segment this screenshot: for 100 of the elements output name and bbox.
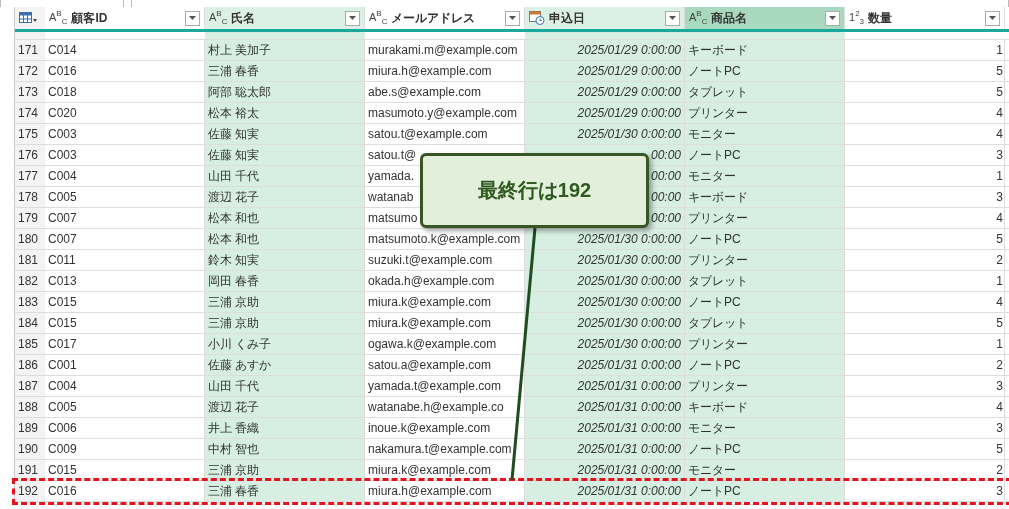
- table-cell: 2: [845, 250, 1005, 270]
- table-cell: タブレット: [685, 271, 845, 291]
- table-cell: 2025/01/31 0:00:00: [525, 418, 685, 438]
- table-cell: 5: [845, 439, 1005, 459]
- table-cell: 村上 美加子: [205, 40, 365, 60]
- row-number: 175: [15, 124, 45, 144]
- table-cell: 2025/01/31 0:00:00: [525, 481, 685, 501]
- column-name: 商品名: [711, 9, 749, 27]
- column-header[interactable]: A$^{B}$$_{C}$ 商品名: [685, 7, 845, 29]
- table-cell: キーボード: [685, 40, 845, 60]
- callout: 最終行は192: [420, 153, 649, 228]
- table-cell: キーボード: [685, 187, 845, 207]
- table-cell: 鈴木 知実: [205, 250, 365, 270]
- filter-dropdown-button[interactable]: [185, 10, 200, 26]
- row-number: 188: [15, 397, 45, 417]
- table-cell: 井上 香織: [205, 418, 365, 438]
- cut-off-cell: [15, 32, 45, 39]
- row-number: 182: [15, 271, 45, 291]
- table-cell: 2025/01/30 0:00:00: [525, 271, 685, 291]
- filter-dropdown-button[interactable]: [345, 10, 360, 26]
- table-cell: プリンター: [685, 250, 845, 270]
- table-cell: ogawa.k@example.com: [365, 334, 525, 354]
- table-cell: 3: [845, 481, 1005, 501]
- table-menu-button[interactable]: [15, 7, 45, 29]
- table-cell: プリンター: [685, 208, 845, 228]
- table-cell: 2025/01/30 0:00:00: [525, 250, 685, 270]
- table-cell: 2025/01/29 0:00:00: [525, 61, 685, 81]
- table-cell: 1: [845, 40, 1005, 60]
- table-cell: ノートPC: [685, 61, 845, 81]
- column-header[interactable]: 申込日: [525, 7, 685, 29]
- table-cell: 2025/01/30 0:00:00: [525, 229, 685, 249]
- caret-icon: [349, 16, 356, 20]
- table-cell: 渡辺 花子: [205, 397, 365, 417]
- table-cell: キーボード: [685, 397, 845, 417]
- table-cell: モニター: [685, 124, 845, 144]
- table-cell: 2025/01/31 0:00:00: [525, 460, 685, 480]
- table-cell: モニター: [685, 460, 845, 480]
- table-cell: ノートPC: [685, 229, 845, 249]
- table-cell: 1: [845, 166, 1005, 186]
- table-cell: 1: [845, 271, 1005, 291]
- table-cell: 佐藤 あすか: [205, 355, 365, 375]
- table-cell: 2025/01/29 0:00:00: [525, 82, 685, 102]
- caret-icon: [829, 16, 836, 20]
- table-cell: 山田 千代: [205, 166, 365, 186]
- filter-dropdown-button[interactable]: [505, 10, 520, 26]
- table-cell: 三浦 京助: [205, 313, 365, 333]
- row-number: 172: [15, 61, 45, 81]
- row-number: 177: [15, 166, 45, 186]
- table-cell: 2025/01/31 0:00:00: [525, 397, 685, 417]
- table-cell: 2025/01/29 0:00:00: [525, 103, 685, 123]
- row-number: 189: [15, 418, 45, 438]
- table-cell: 佐藤 知実: [205, 145, 365, 165]
- column-name: メールアドレス: [391, 9, 477, 27]
- table-cell: 岡田 春香: [205, 271, 365, 291]
- table-cell: ノートPC: [685, 355, 845, 375]
- table-cell: プリンター: [685, 334, 845, 354]
- table-cell: 3: [845, 145, 1005, 165]
- table-icon: [19, 12, 39, 24]
- table-cell: 松本 裕太: [205, 103, 365, 123]
- table-cell: 2025/01/30 0:00:00: [525, 292, 685, 312]
- row-number: 176: [15, 145, 45, 165]
- table-cell: 2025/01/31 0:00:00: [525, 439, 685, 459]
- table-cell: 中村 智也: [205, 439, 365, 459]
- column-name: 氏名: [231, 9, 257, 27]
- row-number: 181: [15, 250, 45, 270]
- table-cell: モニター: [685, 166, 845, 186]
- row-number: 178: [15, 187, 45, 207]
- caret-icon: [669, 16, 676, 20]
- table-cell: 三浦 春香: [205, 61, 365, 81]
- table-cell: 佐藤 知実: [205, 124, 365, 144]
- row-number: 179: [15, 208, 45, 228]
- filter-dropdown-button[interactable]: [665, 10, 680, 26]
- table-cell: 2: [845, 355, 1005, 375]
- table-cell: 渡辺 花子: [205, 187, 365, 207]
- filter-dropdown-button[interactable]: [985, 10, 1000, 26]
- table-cell: 三浦 春香: [205, 481, 365, 501]
- table-cell: 5: [845, 313, 1005, 333]
- table-cell: 2025/01/31 0:00:00: [525, 376, 685, 396]
- table-cell: 3: [845, 418, 1005, 438]
- table-cell: 4: [845, 397, 1005, 417]
- table-cell: ノートPC: [685, 481, 845, 501]
- row-number: 186: [15, 355, 45, 375]
- row-number: 180: [15, 229, 45, 249]
- column-name: 数量: [868, 9, 894, 27]
- table-cell: 山田 千代: [205, 376, 365, 396]
- column-name: 顧客ID: [71, 9, 109, 27]
- caret-icon: [189, 16, 196, 20]
- table-cell: 1: [845, 334, 1005, 354]
- table-cell: 5: [845, 229, 1005, 249]
- table-cell: ノートPC: [685, 439, 845, 459]
- filter-dropdown-button[interactable]: [825, 10, 840, 26]
- row-number: 185: [15, 334, 45, 354]
- table-cell: 4: [845, 292, 1005, 312]
- table-cell: 松本 和也: [205, 229, 365, 249]
- row-number: 184: [15, 313, 45, 333]
- table-cell: 2025/01/30 0:00:00: [525, 124, 685, 144]
- row-number: 183: [15, 292, 45, 312]
- table-cell: 3: [845, 376, 1005, 396]
- column-header[interactable]: A$^{B}$$_{C}$ 氏名: [205, 7, 365, 29]
- table-cell: 5: [845, 82, 1005, 102]
